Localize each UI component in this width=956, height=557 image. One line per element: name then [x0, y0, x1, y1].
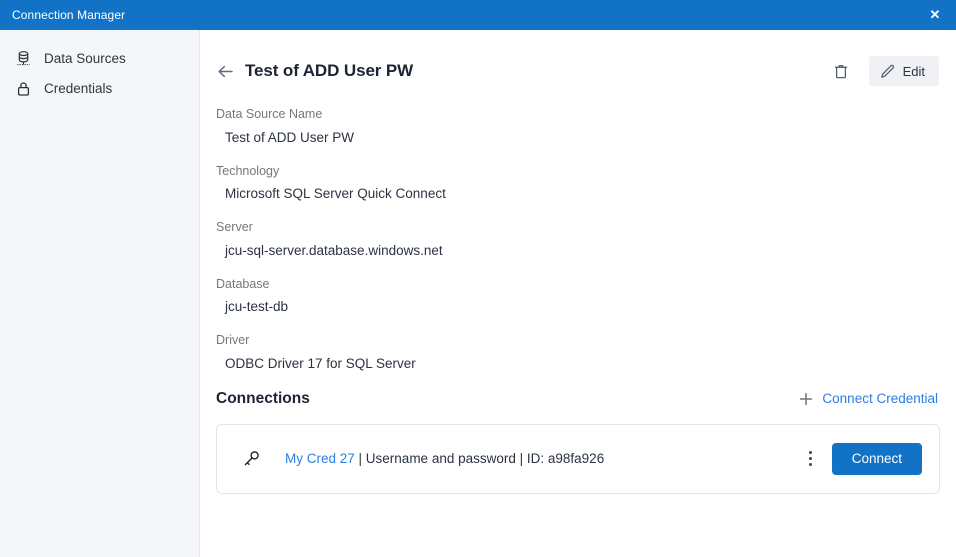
credential-type: Username and password [366, 451, 516, 466]
connections-title: Connections [216, 390, 310, 408]
connection-row-text: My Cred 27 | Username and password | ID:… [285, 451, 604, 466]
credential-id: ID: a98fa926 [527, 451, 604, 466]
edit-button[interactable]: Edit [869, 56, 939, 86]
window-controls: ✕ [914, 0, 956, 30]
field-data-source-name: Data Source Name Test of ADD User PW [216, 107, 940, 147]
sidebar: Data Sources Credentials [0, 30, 200, 557]
field-label: Database [216, 277, 940, 293]
plus-icon [799, 392, 813, 406]
pencil-icon [880, 64, 895, 79]
field-value: jcu-sql-server.database.windows.net [216, 243, 940, 260]
field-driver: Driver ODBC Driver 17 for SQL Server [216, 333, 940, 373]
sidebar-item-label: Credentials [44, 82, 112, 96]
credential-separator: | [355, 451, 366, 466]
sidebar-item-label: Data Sources [44, 52, 126, 66]
main-panel: Test of ADD User PW [200, 30, 956, 557]
field-label: Driver [216, 333, 940, 349]
credential-separator: | [516, 451, 527, 466]
field-value: Test of ADD User PW [216, 130, 940, 147]
kebab-dot [809, 451, 812, 454]
field-label: Server [216, 220, 940, 236]
kebab-menu-icon[interactable] [800, 446, 822, 472]
window-titlebar: Connection Manager ✕ [0, 0, 956, 30]
connection-row-actions: Connect [800, 443, 922, 475]
credential-name-link[interactable]: My Cred 27 [285, 451, 355, 466]
data-source-details: Data Source Name Test of ADD User PW Tec… [216, 107, 940, 373]
connection-row: My Cred 27 | Username and password | ID:… [216, 424, 940, 494]
kebab-dot [809, 463, 812, 466]
connect-credential-label: Connect Credential [822, 391, 938, 406]
database-icon [14, 50, 32, 68]
connection-manager-window: Connection Manager ✕ Data Sources [0, 0, 956, 557]
field-technology: Technology Microsoft SQL Server Quick Co… [216, 164, 940, 204]
trash-icon[interactable] [827, 57, 855, 85]
connection-row-info: My Cred 27 | Username and password | ID:… [241, 448, 800, 470]
key-icon [241, 448, 263, 470]
field-label: Data Source Name [216, 107, 940, 123]
window-body: Data Sources Credentials [0, 30, 956, 557]
back-arrow-icon[interactable] [216, 62, 234, 80]
page-header: Test of ADD User PW [216, 30, 940, 94]
page-header-left: Test of ADD User PW [216, 61, 413, 81]
field-server: Server jcu-sql-server.database.windows.n… [216, 220, 940, 260]
close-icon[interactable]: ✕ [914, 0, 956, 30]
field-database: Database jcu-test-db [216, 277, 940, 317]
field-value: Microsoft SQL Server Quick Connect [216, 186, 940, 203]
field-label: Technology [216, 164, 940, 180]
sidebar-item-credentials[interactable]: Credentials [0, 74, 199, 104]
connect-credential-button[interactable]: Connect Credential [799, 391, 940, 406]
edit-button-label: Edit [903, 64, 925, 79]
connect-button[interactable]: Connect [832, 443, 922, 475]
lock-icon [14, 80, 32, 98]
window-title: Connection Manager [12, 0, 125, 30]
field-value: ODBC Driver 17 for SQL Server [216, 356, 940, 373]
field-value: jcu-test-db [216, 299, 940, 316]
connections-header: Connections Connect Credential [216, 390, 940, 408]
sidebar-item-data-sources[interactable]: Data Sources [0, 44, 199, 74]
page-header-actions: Edit [827, 56, 939, 86]
kebab-dot [809, 457, 812, 460]
page-title: Test of ADD User PW [245, 61, 413, 81]
